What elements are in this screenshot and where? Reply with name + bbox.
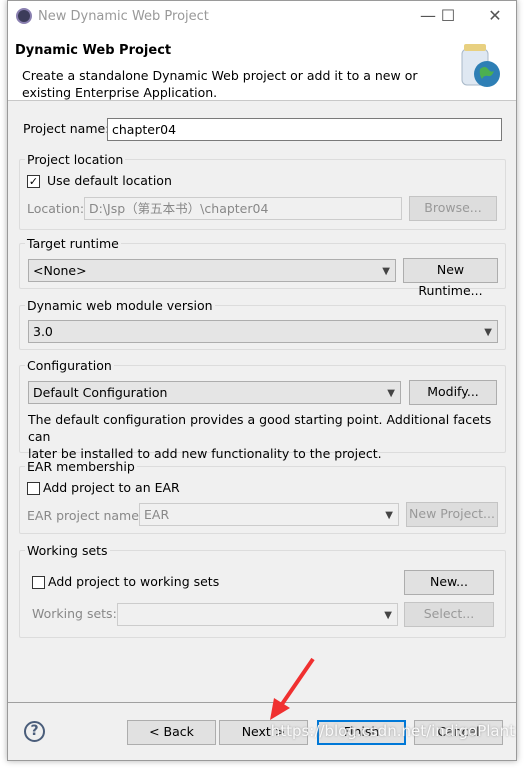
new-runtime-button[interactable]: New Runtime... (403, 258, 498, 298)
configuration-label: Configuration (25, 358, 114, 373)
project-name-label: Project name: (23, 121, 110, 136)
maximize-button[interactable]: ☐ (433, 5, 463, 27)
configuration-description: The default configuration provides a goo… (28, 412, 492, 461)
watermark: https://blog.csdn.net/indigoPlant (270, 722, 515, 740)
chevron-down-icon: ▼ (484, 327, 492, 338)
project-location-label: Project location (25, 152, 126, 167)
ear-membership-label: EAR membership (25, 459, 137, 474)
add-to-ear-label: Add project to an EAR (43, 480, 180, 495)
back-button[interactable]: < Back (127, 720, 216, 745)
footer-divider (8, 702, 516, 703)
add-to-ear-checkbox[interactable] (27, 482, 40, 495)
location-label: Location: (27, 201, 85, 216)
working-sets-select[interactable]: ▼ (117, 603, 398, 626)
module-version-label: Dynamic web module version (25, 298, 215, 313)
configuration-select[interactable]: Default Configuration ▼ (28, 381, 401, 404)
page-title: Dynamic Web Project (15, 43, 172, 58)
chevron-down-icon: ▼ (387, 388, 395, 399)
help-icon[interactable]: ? (24, 721, 45, 742)
browse-button[interactable]: Browse... (409, 196, 497, 221)
window-title: New Dynamic Web Project (38, 9, 209, 24)
modify-button[interactable]: Modify... (409, 380, 497, 405)
target-runtime-select[interactable]: <None> ▼ (28, 259, 396, 282)
add-to-working-sets-label: Add project to working sets (48, 574, 220, 589)
new-project-button[interactable]: New Project... (406, 502, 498, 527)
chevron-down-icon: ▼ (382, 266, 390, 277)
working-sets-field-label: Working sets: (32, 606, 117, 621)
use-default-location-label: Use default location (47, 173, 172, 188)
chevron-down-icon: ▼ (384, 610, 392, 621)
module-version-select[interactable]: 3.0 ▼ (28, 320, 498, 343)
location-input[interactable]: D:\Jsp（第五本书）\chapter04 (84, 197, 402, 220)
chevron-down-icon: ▼ (385, 510, 393, 521)
ear-project-name-select[interactable]: EAR ▼ (139, 503, 399, 526)
ear-project-name-label: EAR project name: (27, 508, 144, 523)
add-to-working-sets-checkbox[interactable] (32, 576, 45, 589)
use-default-location-checkbox[interactable]: ✓ (27, 175, 40, 188)
select-button[interactable]: Select... (404, 602, 494, 627)
new-dynamic-web-project-dialog: New Dynamic Web Project — ☐ ✕ Dynamic We… (7, 0, 517, 761)
close-button[interactable]: ✕ (480, 5, 510, 27)
working-sets-label: Working sets (25, 543, 110, 558)
new-working-set-button[interactable]: New... (404, 570, 494, 595)
web-project-jar-icon (461, 44, 500, 87)
eclipse-icon (16, 8, 32, 24)
page-description: Create a standalone Dynamic Web project … (22, 68, 418, 100)
wizard-header: Dynamic Web Project Create a standalone … (8, 33, 516, 101)
project-name-input[interactable]: chapter04 (107, 118, 502, 141)
target-runtime-label: Target runtime (25, 236, 121, 251)
title-bar: New Dynamic Web Project — ☐ ✕ (8, 1, 516, 33)
